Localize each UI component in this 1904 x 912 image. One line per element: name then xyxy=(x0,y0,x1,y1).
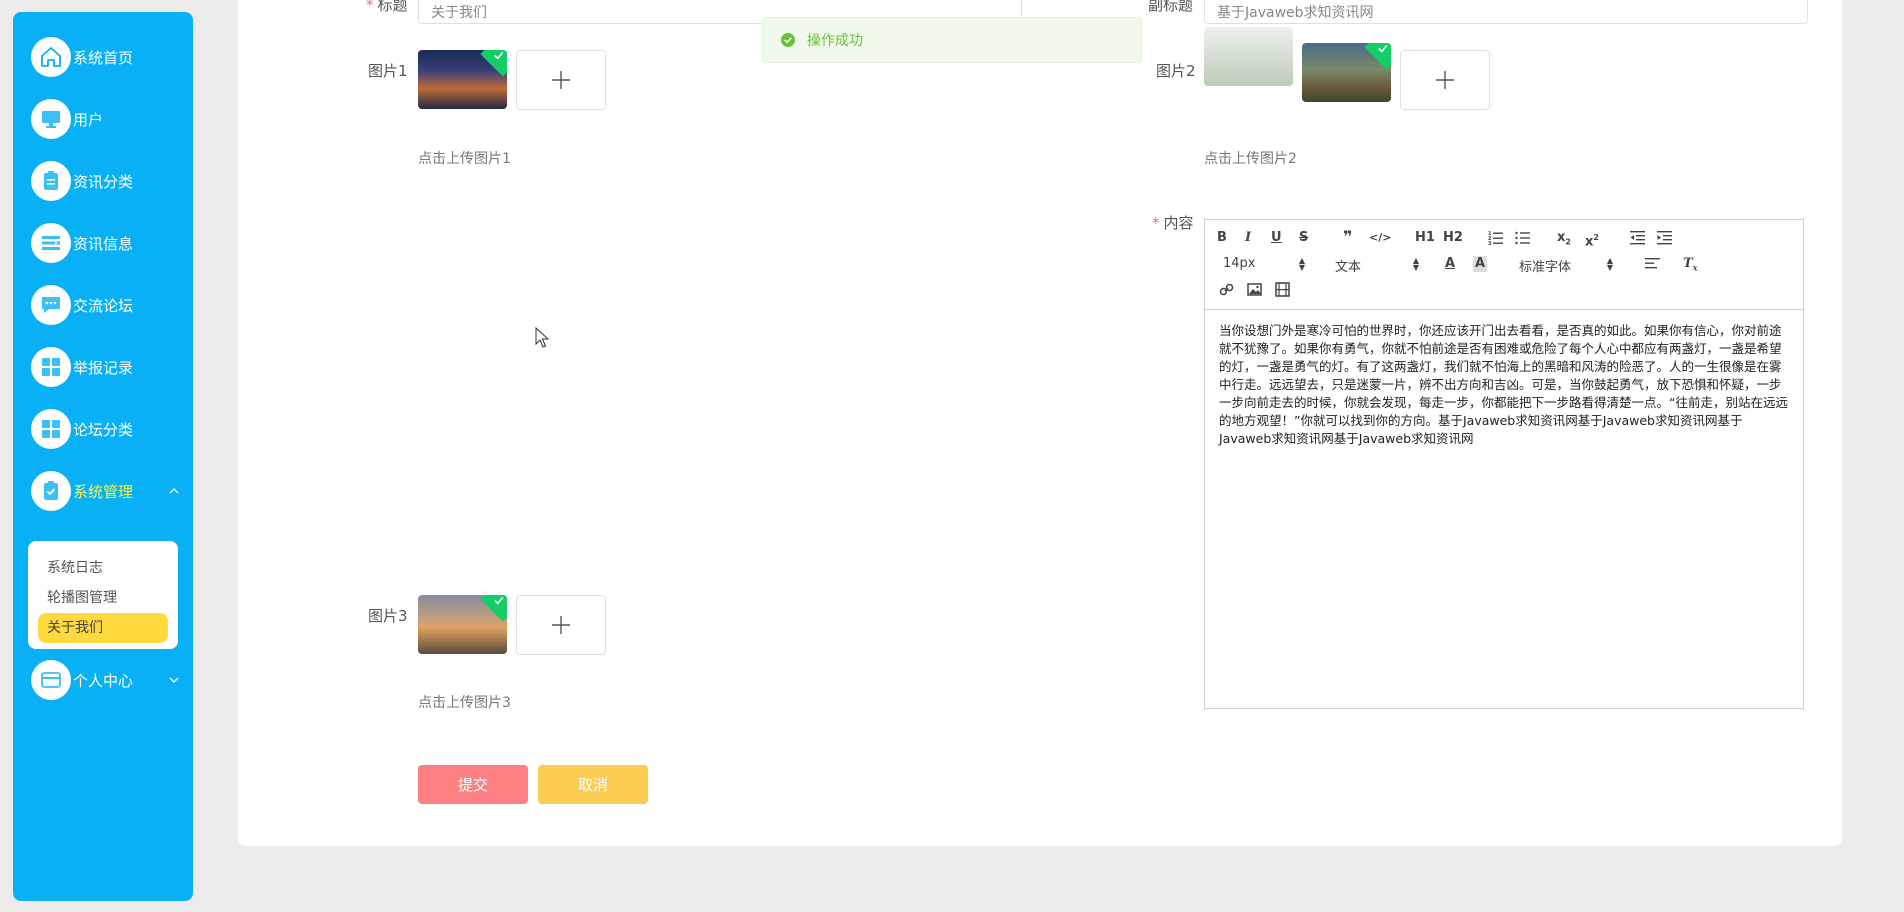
sidebar-item-label: 交流论坛 xyxy=(73,296,134,315)
sidebar-item-label: 个人中心 xyxy=(73,671,134,690)
system-submenu: 系统日志 轮播图管理 关于我们 xyxy=(28,541,178,649)
card-icon xyxy=(31,660,71,700)
sidebar-item-forum-category[interactable]: 论坛分类 xyxy=(31,409,181,449)
submenu-item-system-log[interactable]: 系统日志 xyxy=(38,553,168,583)
home-icon xyxy=(31,37,71,77)
list-icon xyxy=(31,223,71,263)
form-card: *标题 副标题 图片1 点击上传图片1 图片2 点击上传图片2 *内容 B I … xyxy=(238,0,1842,846)
pic2-upload-button[interactable] xyxy=(1400,50,1490,110)
sidebar-item-forum[interactable]: 交流论坛 xyxy=(31,285,181,325)
subtitle-label: 副标题 xyxy=(1148,0,1194,14)
pic3-upload-button[interactable] xyxy=(516,595,606,655)
video-button[interactable] xyxy=(1275,282,1290,302)
check-icon xyxy=(494,596,504,605)
pic3-label: 图片3 xyxy=(368,607,408,625)
clipboard-check-icon xyxy=(31,471,71,511)
success-toast: 操作成功 xyxy=(762,17,1142,63)
pic1-thumbnail[interactable] xyxy=(418,50,507,109)
cancel-button[interactable]: 取消 xyxy=(538,765,648,804)
sidebar-item-news-info[interactable]: 资讯信息 xyxy=(31,223,181,263)
sidebar-item-label: 资讯信息 xyxy=(73,234,134,253)
editor-content[interactable]: 当你设想门外是寒冷可怕的世界时，你还应该开门出去看看，是否真的如此。如果你有信心… xyxy=(1205,310,1803,460)
grid-icon xyxy=(31,409,71,449)
superscript-button[interactable]: x2 xyxy=(1585,230,1599,250)
sidebar-item-reports[interactable]: 举报记录 xyxy=(31,347,181,387)
monitor-icon xyxy=(31,99,71,139)
outdent-button[interactable] xyxy=(1630,230,1645,250)
font-size-select[interactable]: 14px ▲ ▼ xyxy=(1223,256,1305,272)
align-button[interactable] xyxy=(1645,256,1660,276)
check-icon xyxy=(494,51,504,60)
check-icon xyxy=(1378,44,1388,53)
pic3-thumbnail[interactable] xyxy=(418,595,507,654)
pic1-label: 图片1 xyxy=(368,62,408,80)
blockquote-button[interactable]: ❞ xyxy=(1343,229,1352,245)
underline-button[interactable]: U xyxy=(1271,230,1282,246)
subtitle-input[interactable] xyxy=(1204,0,1808,24)
block-type-select[interactable]: 文本 ▲ ▼ xyxy=(1335,256,1419,276)
font-family-select[interactable]: 标准字体 ▲ ▼ xyxy=(1519,256,1613,276)
editor-toolbar: B I U S ❞ </> H1 H2 123 x2 x2 14px ▲ ▼ 文本 ▲… xyxy=(1205,220,1803,310)
sidebar-item-label: 用户 xyxy=(73,110,104,129)
sidebar-item-label: 系统管理 xyxy=(73,482,134,501)
sidebar-item-system[interactable]: 系统管理 xyxy=(31,471,181,511)
sidebar-item-label: 资讯分类 xyxy=(73,172,134,191)
link-button[interactable] xyxy=(1219,282,1234,302)
strike-button[interactable]: S xyxy=(1299,230,1308,246)
submit-button[interactable]: 提交 xyxy=(418,765,528,804)
ordered-list-button[interactable]: 123 xyxy=(1488,230,1503,250)
pic2-thumbnail-previous xyxy=(1204,27,1293,86)
success-check-icon xyxy=(781,33,795,47)
sidebar-item-label: 举报记录 xyxy=(73,358,134,377)
select-arrows-icon: ▲ ▼ xyxy=(1606,256,1613,272)
bullet-list-button[interactable] xyxy=(1515,230,1530,250)
pic2-hint: 点击上传图片2 xyxy=(1204,151,1297,167)
chevron-up-icon xyxy=(169,488,179,494)
plus-icon xyxy=(1436,71,1454,89)
italic-button[interactable]: I xyxy=(1245,230,1251,246)
chat-icon xyxy=(31,285,71,325)
pic2-thumbnail[interactable] xyxy=(1302,43,1391,102)
submenu-item-about-us[interactable]: 关于我们 xyxy=(38,613,168,643)
chevron-down-icon xyxy=(169,677,179,683)
select-arrows-icon: ▲ ▼ xyxy=(1298,256,1305,272)
grid-icon xyxy=(31,347,71,387)
subscript-button[interactable]: x2 xyxy=(1557,230,1571,251)
mouse-cursor-icon xyxy=(535,327,549,348)
background-color-button[interactable]: A xyxy=(1473,256,1488,272)
clear-format-button[interactable]: Tx xyxy=(1683,256,1697,276)
image-button[interactable] xyxy=(1247,282,1262,302)
sidebar-item-news-category[interactable]: 资讯分类 xyxy=(31,161,181,201)
pic2-label: 图片2 xyxy=(1156,62,1196,80)
rich-text-editor: B I U S ❞ </> H1 H2 123 x2 x2 14px ▲ ▼ 文本 ▲… xyxy=(1204,219,1804,709)
sidebar-item-label: 论坛分类 xyxy=(73,420,134,439)
plus-icon xyxy=(552,616,570,634)
bold-button[interactable]: B xyxy=(1217,230,1227,246)
sidebar: 系统首页 用户 资讯分类 资讯信息 交流论坛 举报记录 论坛分类 系统管理 系统… xyxy=(13,12,193,901)
sidebar-item-personal-center[interactable]: 个人中心 xyxy=(31,660,181,700)
sidebar-item-label: 系统首页 xyxy=(73,48,134,67)
toast-message: 操作成功 xyxy=(807,33,863,49)
pic1-upload-button[interactable] xyxy=(516,50,606,110)
sidebar-item-home[interactable]: 系统首页 xyxy=(31,37,181,77)
svg-text:3: 3 xyxy=(1488,241,1492,245)
code-block-button[interactable]: </> xyxy=(1369,230,1391,246)
h1-button[interactable]: H1 xyxy=(1415,230,1435,246)
select-arrows-icon: ▲ ▼ xyxy=(1412,256,1419,272)
clipboard-icon xyxy=(31,161,71,201)
h2-button[interactable]: H2 xyxy=(1443,230,1463,246)
indent-button[interactable] xyxy=(1657,230,1672,250)
pic1-hint: 点击上传图片1 xyxy=(418,151,511,167)
font-color-button[interactable]: A xyxy=(1445,256,1455,272)
plus-icon xyxy=(552,71,570,89)
title-label: * 标题 xyxy=(366,0,408,14)
pic3-hint: 点击上传图片3 xyxy=(418,695,511,711)
sidebar-item-users[interactable]: 用户 xyxy=(31,99,181,139)
submenu-item-carousel[interactable]: 轮播图管理 xyxy=(38,583,168,613)
content-label: * 内容 xyxy=(1152,214,1194,232)
